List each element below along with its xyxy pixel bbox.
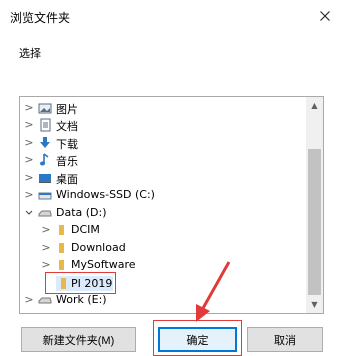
tree-item-label: PI 2019 xyxy=(71,277,113,290)
expand-chevron-icon[interactable]: > xyxy=(24,99,34,116)
title-bar: 浏览文件夹 xyxy=(0,0,344,34)
tree-item-label: 桌面 xyxy=(56,173,78,186)
expand-chevron-icon[interactable]: > xyxy=(41,256,51,273)
close-icon xyxy=(320,11,330,21)
ok-button[interactable]: 确定 xyxy=(158,327,237,352)
tree-item-label: Windows-SSD (C:) xyxy=(56,188,155,201)
desktop-icon xyxy=(39,174,51,183)
tree-item-label: Download xyxy=(71,241,126,254)
tree-item-download[interactable]: > Download xyxy=(20,239,306,256)
tree-item-dcim[interactable]: > DCIM xyxy=(20,221,306,238)
documents-icon xyxy=(40,118,51,132)
tree-item-pictures[interactable]: > 图片 xyxy=(20,99,306,116)
folder-icon xyxy=(59,243,64,253)
expand-chevron-icon[interactable]: > xyxy=(24,186,34,203)
tree-item-pi-2019[interactable]: PI 2019 xyxy=(54,275,116,292)
cancel-button[interactable]: 取消 xyxy=(247,327,323,352)
collapse-chevron-icon[interactable] xyxy=(24,204,34,221)
scroll-up-icon[interactable]: ▲ xyxy=(306,97,323,114)
music-icon xyxy=(40,153,49,166)
tree-item-label: 音乐 xyxy=(56,155,78,168)
drive-icon xyxy=(38,297,52,304)
expand-chevron-icon[interactable]: > xyxy=(24,291,34,308)
tree-item-mysoftware[interactable]: > MySoftware xyxy=(20,256,306,273)
tree-item-label: Work (E:) xyxy=(56,293,107,306)
drive-icon xyxy=(38,192,52,200)
close-button[interactable] xyxy=(312,3,338,29)
window-title: 浏览文件夹 xyxy=(10,11,71,25)
tree-item-label: 图片 xyxy=(56,103,78,116)
tree-item-label: MySoftware xyxy=(71,258,136,271)
tree-item-drive-d[interactable]: Data (D:) xyxy=(20,204,306,221)
expand-chevron-icon[interactable]: > xyxy=(24,116,34,133)
tree-item-label: 下载 xyxy=(56,138,78,151)
tree-item-label: DCIM xyxy=(71,223,100,236)
tree-item-label: Data (D:) xyxy=(56,206,107,219)
scroll-down-icon[interactable]: ▼ xyxy=(306,296,323,313)
dialog-description: 选择 xyxy=(19,47,41,60)
expand-chevron-icon[interactable]: > xyxy=(41,239,51,256)
tree-item-desktop[interactable]: > 桌面 xyxy=(20,169,306,186)
expand-chevron-icon[interactable]: > xyxy=(24,169,34,186)
folder-icon xyxy=(59,260,64,270)
expand-chevron-icon[interactable]: > xyxy=(24,134,34,151)
tree-item-label: 文档 xyxy=(56,120,78,133)
folder-icon xyxy=(59,225,64,235)
scroll-thumb[interactable] xyxy=(308,149,321,295)
tree-item-drive-c[interactable]: > Windows-SSD (C:) xyxy=(20,186,306,203)
downloads-icon xyxy=(40,137,50,148)
tree-item-documents[interactable]: > 文档 xyxy=(20,116,306,133)
tree-item-downloads[interactable]: > 下载 xyxy=(20,134,306,151)
new-folder-button[interactable]: 新建文件夹(M) xyxy=(21,327,136,352)
tree-item-music[interactable]: > 音乐 xyxy=(20,151,306,168)
expand-chevron-icon[interactable]: > xyxy=(24,151,34,168)
drive-icon xyxy=(38,210,52,217)
expand-chevron-icon[interactable]: > xyxy=(41,221,51,238)
folder-icon xyxy=(61,278,66,289)
vertical-scrollbar[interactable]: ▲ ▼ xyxy=(306,97,323,313)
pictures-icon xyxy=(38,103,52,114)
